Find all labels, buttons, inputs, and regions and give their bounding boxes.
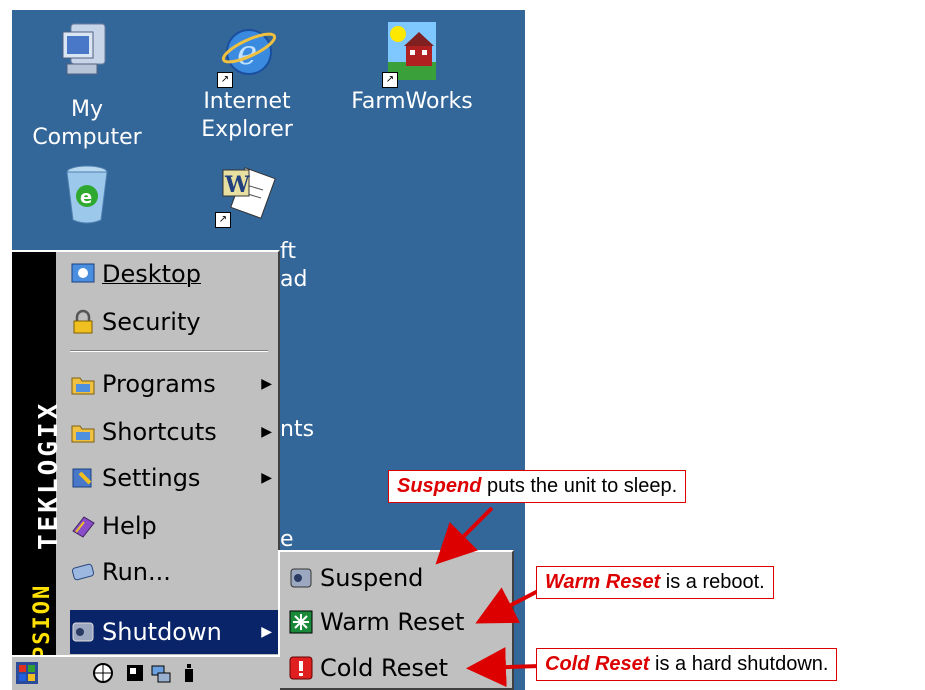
callout-arrows <box>435 506 541 688</box>
callout-cold-reset: Cold Reset is a hard shutdown. <box>536 648 838 681</box>
callout-warm-reset: Warm Reset is a reboot. <box>536 566 774 599</box>
callout-keyword: Suspend <box>397 475 482 497</box>
callout-text: is a reboot. <box>660 571 765 593</box>
cold-reset-arrow <box>466 647 541 688</box>
callout-text: puts the unit to sleep. <box>481 475 678 497</box>
callout-keyword: Cold Reset <box>545 653 650 675</box>
callout-text: is a hard shutdown. <box>649 653 829 675</box>
warm-reset-arrow <box>475 587 541 624</box>
callout-suspend: Suspend puts the unit to sleep. <box>388 470 687 503</box>
callout-keyword: Warm Reset <box>545 571 661 593</box>
suspend-arrow <box>435 506 494 565</box>
